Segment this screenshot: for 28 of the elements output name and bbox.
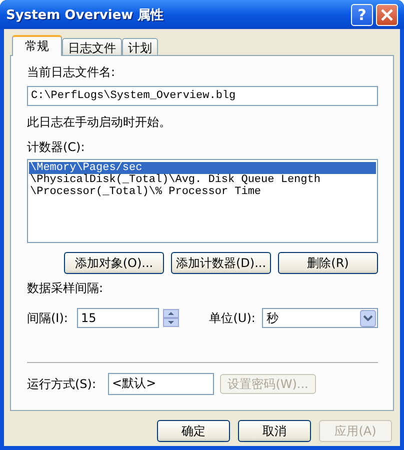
log-file-label: 当前日志文件名: (27, 64, 116, 81)
interval-field[interactable]: 15 (76, 308, 160, 328)
unit-dropdown[interactable]: 秒 (262, 308, 378, 328)
counter-button[interactable]: 添加对象(O)... (64, 252, 164, 274)
counter-button[interactable]: 删除(R) (278, 252, 378, 274)
run-as-field[interactable]: <默认> (108, 373, 214, 395)
tab[interactable]: 日志文件 (62, 38, 122, 55)
help-button[interactable]: ? (351, 4, 373, 26)
start-note: 此日志在手动启动时开始。 (27, 114, 172, 131)
counter-item[interactable]: \Processor(_Total)\% Processor Time (29, 186, 376, 198)
close-button[interactable] (376, 4, 398, 26)
close-icon (381, 8, 393, 20)
unit-label: 单位(U): (209, 310, 256, 326)
window-title: System Overview 属性 (6, 6, 165, 24)
log-file-field[interactable]: C:\PerfLogs\System_Overview.blg (27, 86, 378, 106)
dialog-button[interactable]: 取消 (238, 420, 311, 442)
dialog-button[interactable]: 确定 (157, 420, 230, 442)
tab[interactable]: 常规 (12, 35, 62, 56)
counters-label: 计数器(C): (27, 139, 86, 156)
spinner-buttons[interactable] (163, 309, 180, 327)
counter-item[interactable]: \PhysicalDisk(_Total)\Avg. Disk Queue Length (29, 174, 376, 186)
tab[interactable]: 计划 (122, 38, 158, 55)
spinner-arrows-icon (163, 309, 180, 327)
counter-button[interactable]: 添加计数器(D)... (171, 252, 271, 274)
sampling-label: 数据采样间隔: (27, 280, 104, 297)
interval-label: 间隔(I): (27, 310, 68, 326)
counter-item[interactable]: \Memory\Pages/sec (29, 162, 376, 174)
run-as-label: 运行方式(S): (27, 376, 96, 392)
